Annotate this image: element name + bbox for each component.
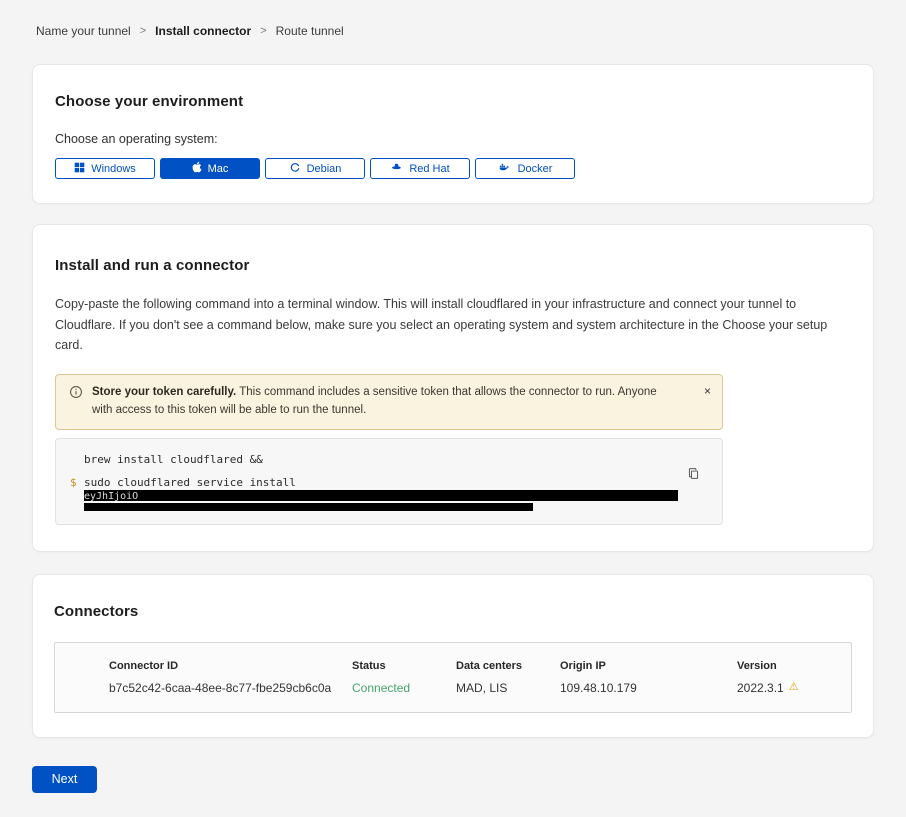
breadcrumb-separator: > [140, 25, 146, 37]
redhat-icon [390, 161, 403, 176]
command-line-1: brew install cloudflared && [84, 453, 678, 466]
cell-origin-ip: 109.48.10.179 [560, 681, 737, 695]
install-card-title: Install and run a connector [55, 257, 851, 274]
cell-version: 2022.3.1 ⚠ [737, 681, 851, 695]
os-button-label: Docker [518, 163, 553, 175]
col-header-status: Status [352, 660, 456, 672]
breadcrumb: Name your tunnel > Install connector > R… [0, 0, 906, 38]
token-prefix: eyJhIjoiO [84, 491, 138, 501]
os-button-label: Debian [307, 163, 342, 175]
os-button-debian[interactable]: Debian [265, 158, 365, 179]
install-description: Copy-paste the following command into a … [55, 294, 850, 356]
os-button-mac[interactable]: Mac [160, 158, 260, 179]
docker-icon [498, 161, 512, 176]
warning-title: Store your token carefully. [92, 386, 236, 398]
col-header-data-centers: Data centers [456, 660, 560, 672]
cell-status: Connected [352, 681, 456, 695]
terminal-prompt: $ [70, 476, 77, 489]
connectors-card: Connectors Connector ID Status Data cent… [32, 574, 874, 738]
col-header-origin-ip: Origin IP [560, 660, 737, 672]
apple-icon [192, 161, 202, 176]
version-warning-icon: ⚠ [789, 682, 799, 693]
choose-environment-card: Choose your environment Choose an operat… [32, 64, 874, 204]
cell-data-centers: MAD, LIS [456, 681, 560, 695]
command-text: sudo cloudflared service install [84, 476, 296, 489]
close-banner-button[interactable]: × [704, 385, 711, 397]
os-button-redhat[interactable]: Red Hat [370, 158, 470, 179]
token-warning-banner: Store your token carefully. This command… [55, 374, 723, 430]
install-command-block: brew install cloudflared && $ sudo cloud… [55, 438, 723, 525]
cell-connector-id: b7c52c42-6caa-48ee-8c77-fbe259cb6c0a [109, 681, 352, 695]
os-button-label: Mac [208, 163, 229, 175]
info-icon [69, 385, 83, 420]
breadcrumb-step-name-tunnel[interactable]: Name your tunnel [36, 24, 131, 38]
connectors-table: Connector ID Status Data centers Origin … [54, 642, 852, 713]
os-button-docker[interactable]: Docker [475, 158, 575, 179]
breadcrumb-separator: > [260, 25, 266, 37]
col-header-version: Version [737, 660, 851, 672]
col-header-connector-id: Connector ID [109, 660, 352, 672]
os-select-label: Choose an operating system: [55, 132, 851, 146]
copy-icon [687, 468, 700, 483]
command-line-2: $ sudo cloudflared service install [84, 476, 678, 489]
next-button[interactable]: Next [32, 766, 97, 793]
connectors-card-title: Connectors [54, 603, 852, 620]
windows-icon [74, 162, 85, 176]
command-text: brew install cloudflared && [84, 453, 263, 466]
os-button-group: Windows Mac Debian Red Hat Docker [55, 158, 851, 179]
install-connector-card: Install and run a connector Copy-paste t… [32, 224, 874, 552]
os-button-label: Red Hat [409, 163, 449, 175]
warning-text: Store your token carefully. This command… [92, 384, 657, 420]
os-button-windows[interactable]: Windows [55, 158, 155, 179]
copy-command-button[interactable] [687, 467, 700, 483]
table-header-row: Connector ID Status Data centers Origin … [55, 643, 851, 672]
version-value: 2022.3.1 [737, 681, 784, 695]
breadcrumb-step-route-tunnel[interactable]: Route tunnel [276, 24, 344, 38]
table-row: b7c52c42-6caa-48ee-8c77-fbe259cb6c0a Con… [55, 672, 851, 712]
redacted-token-bar: eyJhIjoiO [84, 490, 678, 501]
breadcrumb-step-install-connector: Install connector [155, 24, 251, 38]
debian-icon [289, 161, 301, 176]
os-button-label: Windows [91, 163, 136, 175]
environment-card-title: Choose your environment [55, 93, 851, 110]
redacted-token-bar-continued [84, 503, 533, 511]
